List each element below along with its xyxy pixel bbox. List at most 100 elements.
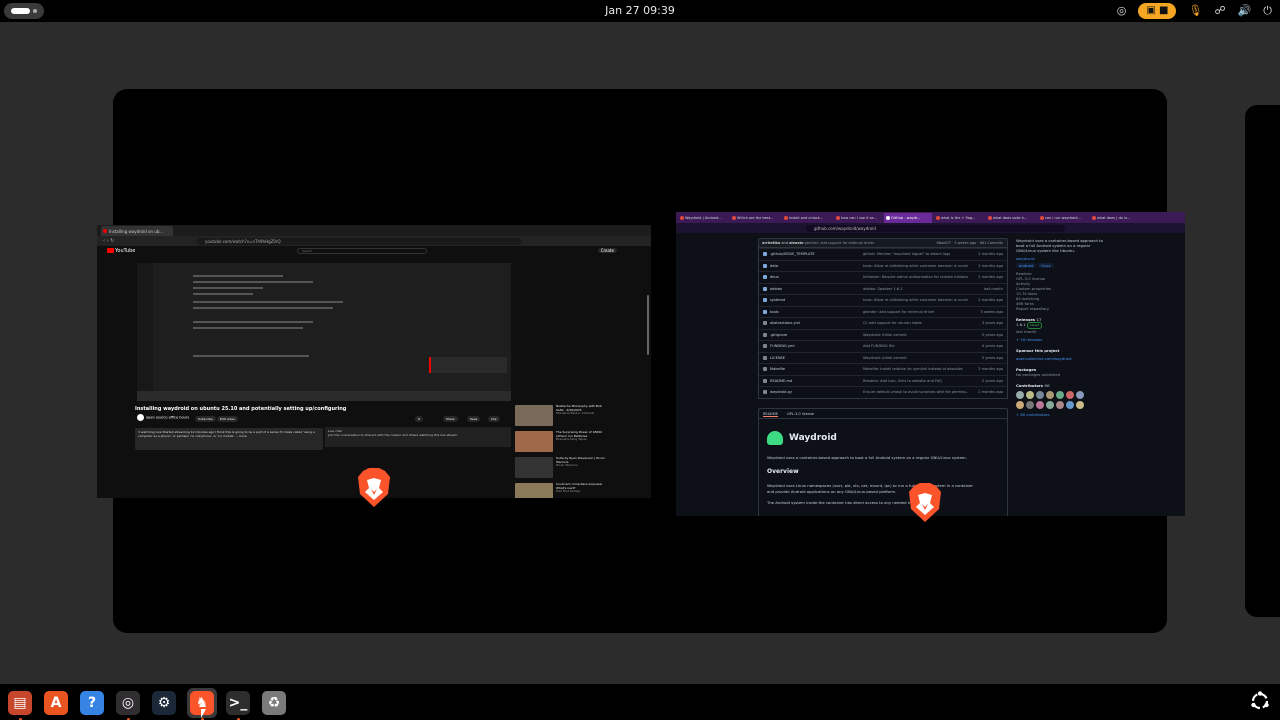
browser-tab[interactable]: install and unlock... (782, 213, 832, 223)
commit-message[interactable]: github: Mention "waydroid logcat" to att… (863, 252, 968, 256)
live-chat-panel[interactable]: Live chat Join the conversation to inter… (325, 427, 511, 447)
obs-studio-icon[interactable]: ◎ (113, 688, 143, 720)
system-tray[interactable]: ◎ ▣ ■ 🎙 ☍ 🔊 ⏻ (1117, 3, 1272, 19)
file-name[interactable]: data (770, 264, 778, 268)
power-icon[interactable]: ⏻ (1263, 3, 1272, 19)
contributor-avatar[interactable] (1066, 391, 1074, 399)
commit-message[interactable]: Waydroid: Initial commit (863, 356, 968, 360)
clock[interactable]: Jan 27 09:39 (0, 4, 1280, 17)
browser-tab[interactable]: how can I use it as... (834, 213, 884, 223)
file-name[interactable]: debian (770, 287, 782, 291)
recommendation-thumbnail[interactable] (515, 457, 553, 478)
help-icon[interactable]: ? (77, 688, 107, 718)
file-row[interactable]: .gitignore Waydroid: Initial commit 5 year… (759, 328, 1007, 341)
file-name[interactable]: dbus (770, 275, 779, 279)
contributor-avatar[interactable] (1016, 391, 1024, 399)
browser-tab[interactable]: Waydroid | Android... (678, 213, 728, 223)
commit-message[interactable]: debian: Speaker 1.6.1 (863, 287, 968, 291)
channel-avatar[interactable] (137, 414, 144, 421)
contributor-avatar[interactable] (1056, 391, 1064, 399)
file-name[interactable]: LICENSE (770, 356, 785, 360)
github-window-thumbnail[interactable]: Waydroid | Android... Which are the best… (676, 212, 1185, 516)
topic-tag[interactable]: android (1016, 263, 1037, 268)
commit-message[interactable]: Ensure default umask to avoid surprises … (863, 390, 968, 394)
file-row[interactable]: tools gbinder: add support for external d… (759, 305, 1007, 318)
recommendation-item[interactable]: Nietzsche Philosophy with Bob Saltz - 4/… (515, 404, 605, 429)
url-field[interactable]: youtube.com/watch?v=nTh9hHgZ0rQ (197, 238, 521, 245)
commit-message[interactable]: Makefile: Install relative lxc symlink i… (863, 367, 968, 371)
commit-message[interactable]: Add FUNDING file (863, 344, 968, 348)
browser-tab-active[interactable]: GitHub - waydr... (884, 213, 932, 223)
recommendation-thumbnail[interactable] (515, 405, 553, 426)
browser-tab[interactable]: can i run waydroid... (1038, 213, 1088, 223)
browser-tab[interactable]: what does sudo h... (986, 213, 1036, 223)
file-name[interactable]: Makefile (770, 367, 785, 371)
file-name[interactable]: waydroid.py (770, 390, 792, 394)
scrollbar[interactable] (647, 295, 649, 355)
file-row[interactable]: waydroid.py Ensure default umask to avoid… (759, 386, 1007, 398)
video-description[interactable]: 3 watching now Started streaming 12 minu… (135, 428, 323, 450)
contributor-avatar[interactable] (1066, 401, 1074, 409)
file-row[interactable]: LICENSE Waydroid: Initial commit 5 years a… (759, 351, 1007, 364)
like-button[interactable]: 0 (415, 416, 423, 422)
show-apps-icon[interactable] (1249, 690, 1271, 712)
file-name[interactable]: systemd (770, 298, 785, 302)
youtube-search-input[interactable]: Search (297, 248, 427, 254)
recommendation-item[interactable]: The Surprising Power of 18000 Lithium Io… (515, 430, 605, 455)
save-button[interactable]: Save (467, 416, 481, 422)
file-row[interactable]: README.md Readme: Add icon, links to webs… (759, 374, 1007, 387)
file-row[interactable]: Makefile Makefile: Install relative lxc s… (759, 363, 1007, 375)
contributor-avatar[interactable] (1056, 401, 1064, 409)
recommendation-item[interactable]: Suite by Ryan Stevenson | Rican Warriors… (515, 456, 605, 481)
contributors-heading[interactable]: Contributors 90 (1016, 383, 1106, 388)
app-center-icon[interactable]: A (41, 688, 71, 718)
trash-icon[interactable]: ♻ (259, 688, 289, 718)
youtube-window-thumbnail[interactable]: Installing waydroid on ub... ‹ › ↻ youtu… (97, 225, 651, 498)
commit-message[interactable]: tools: Allow re-initializing while conta… (863, 264, 968, 268)
create-button[interactable]: Create (597, 248, 617, 253)
network-icon[interactable]: ☍ (1214, 3, 1225, 19)
commit-message[interactable]: Waydroid: Initial commit (863, 333, 968, 337)
share-button[interactable]: Share (443, 416, 458, 422)
report-link[interactable]: Report repository (1016, 306, 1106, 311)
browser-tab[interactable]: Which are the best... (730, 213, 780, 223)
recommendation-thumbnail[interactable] (515, 431, 553, 452)
file-row[interactable]: FUNDING.yml Add FUNDING file 4 years ago (759, 340, 1007, 352)
obs-tray-icon[interactable]: ◎ (1117, 3, 1127, 19)
browser-tab[interactable]: what is the + flag... (934, 213, 984, 223)
browser-tab-youtube[interactable]: Installing waydroid on ub... (101, 226, 173, 236)
volume-icon[interactable]: 🔊 (1238, 3, 1252, 19)
edit-video-button[interactable]: Edit video (217, 416, 238, 422)
latest-release[interactable]: 1.6.1 Latest (1016, 322, 1106, 329)
file-row[interactable]: .github/ISSUE_TEMPLATE github: Mention "w… (759, 248, 1007, 260)
terminal-icon[interactable]: >_ (223, 688, 253, 720)
browser-tab[interactable]: what does | do in... (1090, 213, 1140, 223)
contributor-avatar[interactable] (1036, 391, 1044, 399)
more-contributors-link[interactable]: + 80 contributors (1016, 412, 1106, 417)
nav-buttons[interactable]: ‹ › ↻ (103, 238, 114, 244)
clip-button[interactable]: Clip (488, 416, 500, 422)
readme-tab[interactable]: README (763, 412, 778, 417)
screencast-indicator-icon[interactable]: ▣ ■ (1138, 3, 1177, 19)
recommendation-item[interactable]: Could ant computers empower What's next?… (515, 482, 605, 498)
contributor-avatar[interactable] (1046, 401, 1054, 409)
commit-message[interactable]: tools: Allow re-initializing while conta… (863, 298, 968, 302)
steam-icon[interactable]: ⚙ (149, 688, 179, 718)
video-player[interactable] (137, 263, 511, 401)
commit-message[interactable]: Initializer: Require admin authorization… (863, 275, 968, 279)
contributor-avatar[interactable] (1046, 391, 1054, 399)
file-row[interactable]: dbus Initializer: Require admin authoriza… (759, 271, 1007, 283)
file-name[interactable]: README.md (770, 379, 792, 383)
contributor-avatar[interactable] (1026, 401, 1034, 409)
commit-message[interactable]: CI: add support for ubuntu noble (863, 321, 968, 325)
file-name[interactable]: abstractions.yml (770, 321, 800, 325)
file-name[interactable]: tools (770, 310, 779, 314)
contributor-avatar[interactable] (1076, 401, 1084, 409)
channel-name[interactable]: open source office hours (137, 414, 189, 421)
topic-tag[interactable]: linux (1038, 263, 1054, 268)
microphone-icon[interactable]: 🎙 (1188, 3, 1202, 19)
commit-message[interactable]: gbinder: add support for external driver (863, 310, 968, 314)
latest-commit-bar[interactable]: arrhetika and aleasto gbinder: add suppo… (758, 238, 1008, 248)
subscribe-button[interactable]: Subscribe (195, 416, 216, 422)
file-row[interactable]: data tools: Allow re-initializing while c… (759, 259, 1007, 272)
